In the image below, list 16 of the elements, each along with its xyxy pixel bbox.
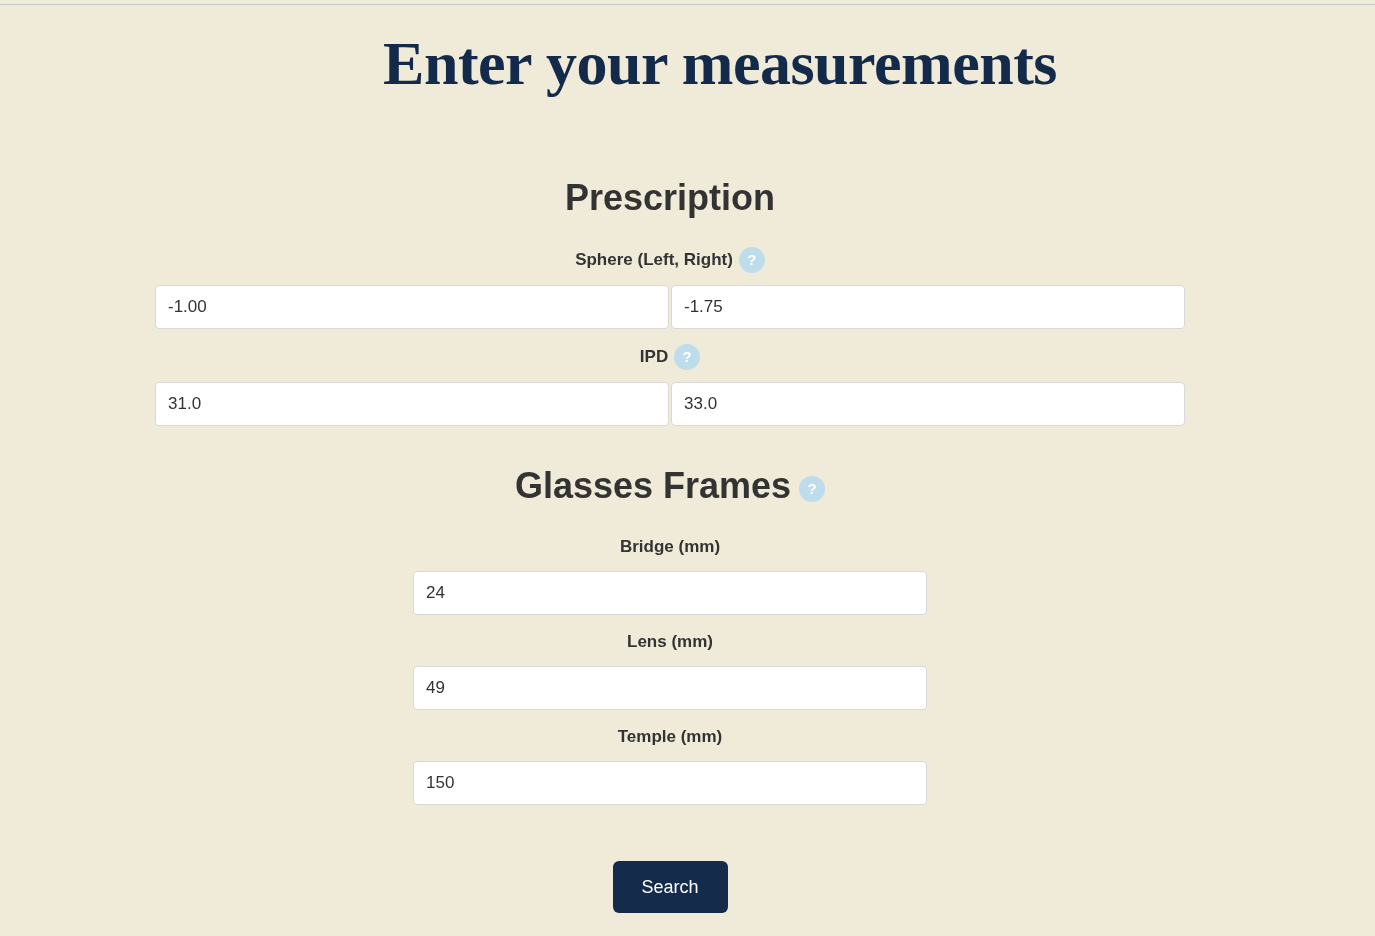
section-heading: Glasses Frames [514,464,792,508]
field-label: Lens (mm) [627,631,713,653]
field-label: IPD [639,346,669,368]
search-button[interactable]: Search [612,861,728,913]
input-field[interactable]: 150 [413,761,927,805]
field-label: Sphere (Left, Right) [575,249,733,271]
input-field[interactable]: 31.0 [155,382,669,426]
section-heading: Prescription [564,176,776,220]
field-label: Bridge (mm) [619,536,721,558]
field-label: Temple (mm) [617,726,723,748]
page-title: Enter your measurements [382,28,1058,99]
input-field[interactable]: -1.75 [671,285,1185,329]
input-field[interactable]: 49 [413,666,927,710]
input-field[interactable]: -1.00 [155,285,669,329]
input-field[interactable]: 33.0 [671,382,1185,426]
input-field[interactable]: 24 [413,571,927,615]
